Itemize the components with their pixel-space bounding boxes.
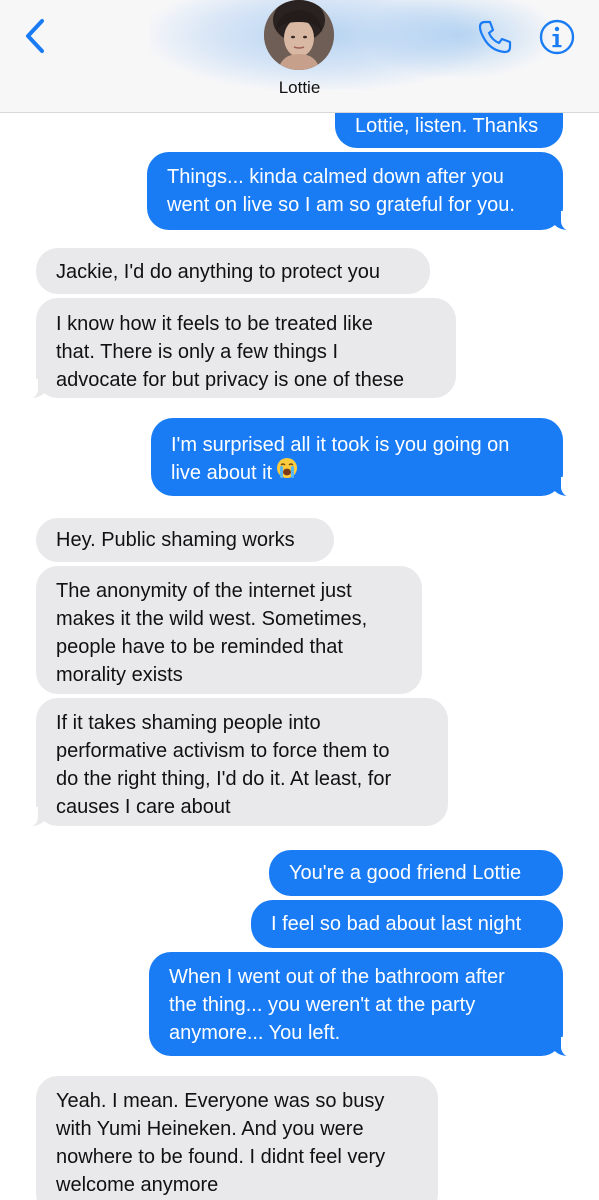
sent-message-bubble[interactable]: I feel so bad about last night [251,900,563,948]
info-icon [539,19,575,55]
message-text: performative activism to force them to [56,740,390,762]
chevron-left-icon [26,19,44,53]
message-text-line: live about it [171,457,543,487]
message-text: Jackie, I'd do anything to protect you [56,261,381,283]
message-text: Things... kinda calmed down after you [167,166,504,188]
info-button[interactable] [538,18,576,56]
back-button[interactable] [18,18,54,54]
received-message-bubble[interactable]: If it takes shaming people into performa… [24,698,448,827]
message-text: do the right thing, I'd do it. At least,… [56,768,392,790]
message-text: makes it the wild west. Sometimes, [56,608,368,630]
messages-screen: Lottie Lottie, listen. Thanks Things... … [0,0,599,1200]
sent-message-bubble[interactable]: I'm surprised all it took is you going o… [151,418,575,497]
message-text: Yeah. I mean. Everyone was so busy [56,1090,385,1112]
contact-avatar[interactable] [264,0,334,70]
phone-icon [478,20,512,54]
sent-message-bubble[interactable]: You're a good friend Lottie [269,850,563,896]
sent-message-bubble[interactable]: When I went out of the bathroom after th… [149,952,575,1057]
received-message-bubble[interactable]: I know how it feels to be treated like t… [24,298,456,399]
message-text: morality exists [56,664,183,686]
message-text: I know how it feels to be treated like [56,313,373,335]
message-text: Hey. Public shaming works [56,529,295,551]
message-text: When I went out of the bathroom after [169,966,505,988]
received-message-bubble[interactable]: Yeah. I mean. Everyone was so busy with … [36,1076,438,1200]
message-text: live about it [171,462,273,484]
conversation-header: Lottie [0,0,599,113]
loudly-crying-face-icon [276,457,298,487]
message-text: I feel so bad about last night [271,913,522,935]
message-text: people have to be reminded that [56,636,343,658]
sent-message-bubble[interactable]: Things... kinda calmed down after you we… [147,152,575,231]
message-text: causes I care about [56,796,231,818]
avatar-photo [264,0,334,70]
message-text: Lottie, listen. Thanks [355,115,539,137]
message-text: the thing... you weren't at the party [169,994,476,1016]
message-text: that. There is only a few things I [56,341,339,363]
contact-name[interactable]: Lottie [0,78,599,98]
call-button[interactable] [476,18,514,56]
message-text: anymore... You left. [169,1022,341,1044]
received-message-bubble[interactable]: Hey. Public shaming works [36,518,334,562]
message-text: welcome anymore [56,1174,219,1196]
message-text: went on live so I am so grateful for you… [167,194,515,216]
message-text: with Yumi Heineken. And you were [56,1118,364,1140]
message-text: nowhere to be found. I didnt feel very [56,1146,386,1168]
message-text: The anonymity of the internet just [56,580,352,602]
received-message-bubble[interactable]: The anonymity of the internet just makes… [36,566,422,694]
received-message-bubble[interactable]: Jackie, I'd do anything to protect you [36,248,430,294]
message-text: advocate for but privacy is one of these [56,369,404,391]
message-text: You're a good friend Lottie [289,862,522,884]
message-text: If it takes shaming people into [56,712,321,734]
blurred-region [360,0,560,80]
message-text: I'm surprised all it took is you going o… [171,434,510,456]
